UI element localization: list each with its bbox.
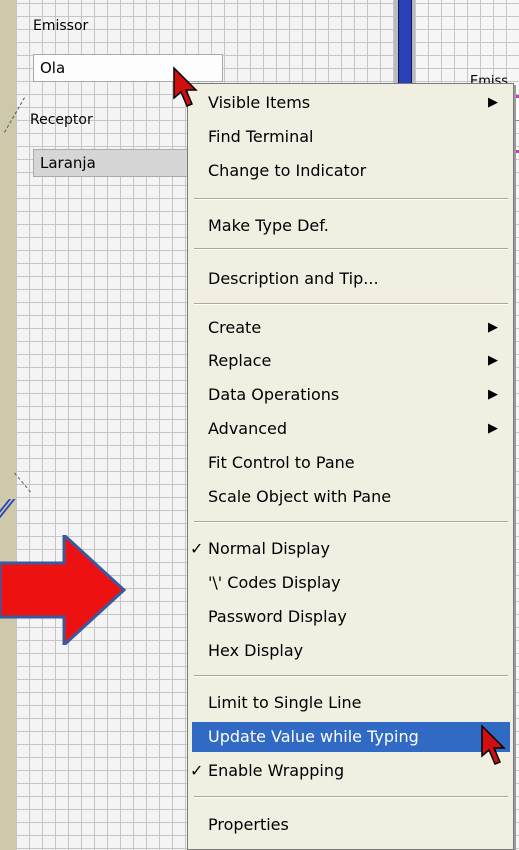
emissor-label: Emissor <box>33 18 89 34</box>
submenu-arrow-icon: ▶ <box>488 95 498 110</box>
menu-item-label: Data Operations <box>208 385 340 404</box>
mouse-cursor-icon <box>481 724 506 765</box>
menu-item-hex-display[interactable]: Hex Display <box>192 636 510 666</box>
checkmark-icon: ✓ <box>190 761 204 780</box>
red-arrow-icon <box>0 535 127 645</box>
menu-item-make-type-def[interactable]: Make Type Def. <box>192 211 510 241</box>
menu-separator <box>194 248 508 250</box>
menu-separator <box>194 198 508 200</box>
menu-item-replace[interactable]: Replace ▶ <box>192 346 510 376</box>
menu-item-label: Make Type Def. <box>208 216 329 235</box>
menu-item-description-and-tip[interactable]: Description and Tip... <box>192 264 510 294</box>
menu-item-label: Advanced <box>208 419 288 438</box>
menu-item-label: Find Terminal <box>208 127 314 146</box>
menu-item-change-to-indicator[interactable]: Change to Indicator <box>192 156 510 186</box>
menu-item-update-value-while-typing[interactable]: Update Value while Typing <box>192 722 510 752</box>
menu-item-enable-wrapping[interactable]: ✓ Enable Wrapping <box>190 756 510 786</box>
menu-item-normal-display[interactable]: ✓ Normal Display <box>190 534 510 564</box>
menu-item-label: Scale Object with Pane <box>208 487 392 506</box>
menu-item-scale-object-with-pane[interactable]: Scale Object with Pane <box>192 482 510 512</box>
submenu-arrow-icon: ▶ <box>488 320 498 335</box>
menu-item-label: Properties <box>208 815 289 834</box>
menu-item-visible-items[interactable]: Visible Items ▶ <box>192 88 510 118</box>
submenu-arrow-icon: ▶ <box>488 421 498 436</box>
mouse-cursor-icon <box>173 66 198 107</box>
menu-item-create[interactable]: Create ▶ <box>192 313 510 343</box>
menu-item-label: Change to Indicator <box>208 161 367 180</box>
checkmark-icon: ✓ <box>190 539 204 558</box>
submenu-arrow-icon: ▶ <box>488 353 498 368</box>
blue-glyph-icon: ⁄⁄ <box>0 495 9 525</box>
menu-item-label: Hex Display <box>208 641 304 660</box>
menu-item-label: Password Display <box>208 607 347 626</box>
menu-item-codes-display[interactable]: '\' Codes Display <box>192 568 510 598</box>
menu-separator <box>194 303 508 305</box>
menu-item-label: Update Value while Typing <box>208 727 419 746</box>
menu-separator <box>194 521 508 523</box>
menu-separator <box>194 675 508 677</box>
menu-item-fit-control-to-pane[interactable]: Fit Control to Pane <box>192 448 510 478</box>
menu-item-advanced[interactable]: Advanced ▶ <box>192 414 510 444</box>
menu-item-data-operations[interactable]: Data Operations ▶ <box>192 380 510 410</box>
menu-item-label: Enable Wrapping <box>208 761 345 780</box>
menu-item-properties[interactable]: Properties <box>192 810 510 840</box>
menu-separator <box>194 796 508 798</box>
menu-item-label: Replace <box>208 351 272 370</box>
menu-item-limit-to-single-line[interactable]: Limit to Single Line <box>192 688 510 718</box>
menu-item-label: '\' Codes Display <box>208 573 341 592</box>
menu-item-label: Fit Control to Pane <box>208 453 355 472</box>
context-menu: Visible Items ▶ Find Terminal Change to … <box>187 83 514 850</box>
menu-item-label: Limit to Single Line <box>208 693 362 712</box>
menu-item-password-display[interactable]: Password Display <box>192 602 510 632</box>
menu-item-label: Visible Items <box>208 93 311 112</box>
menu-item-label: Normal Display <box>208 539 330 558</box>
submenu-arrow-icon: ▶ <box>488 387 498 402</box>
menu-item-label: Description and Tip... <box>208 269 379 288</box>
menu-item-find-terminal[interactable]: Find Terminal <box>192 122 510 152</box>
menu-item-label: Create <box>208 318 262 337</box>
receptor-label: Receptor <box>30 112 93 128</box>
